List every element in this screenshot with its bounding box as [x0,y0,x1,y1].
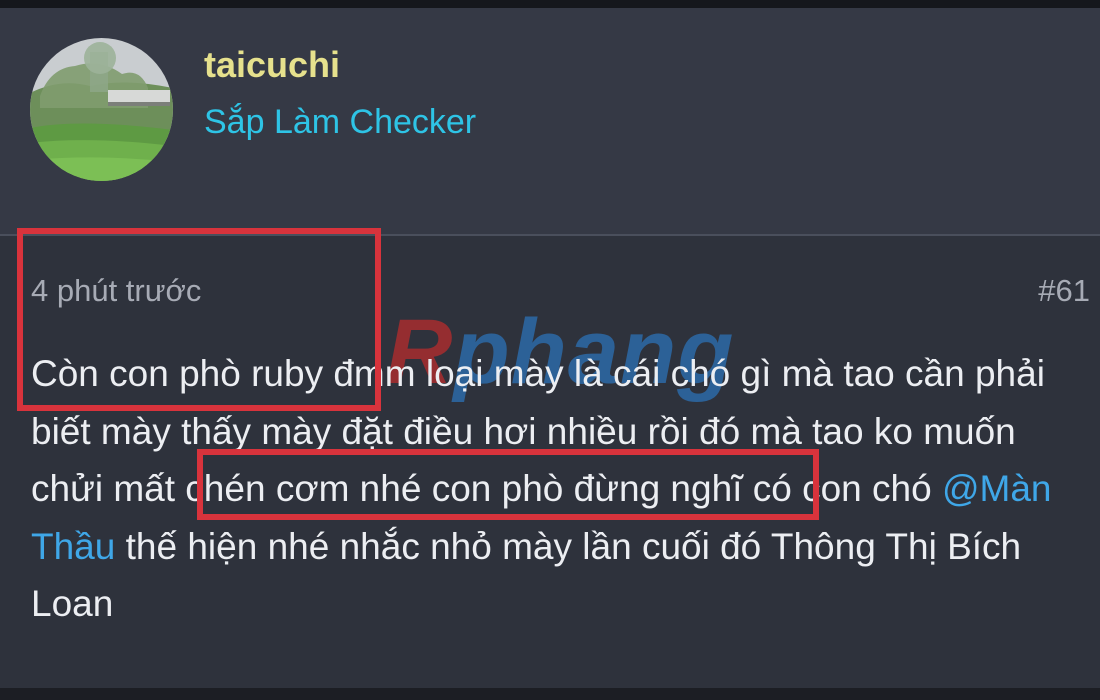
post-timestamp[interactable]: 4 phút trước [31,273,201,309]
bottom-edge [0,688,1100,700]
landscape-avatar-icon [30,38,173,181]
username[interactable]: taicuchi [204,44,340,86]
user-title: Sắp Làm Checker [204,103,477,141]
top-edge [0,0,1100,8]
message-text-part1: Còn con phò ruby đmm loại mày là cái chó… [31,353,1045,509]
post-message: Còn con phò ruby đmm loại mày là cái chó… [31,345,1093,633]
avatar[interactable] [30,38,173,181]
post-number[interactable]: #61 [1038,273,1090,309]
message-text-part2: thế hiện nhé nhắc nhỏ mày lần cuối đó Th… [31,525,1022,625]
